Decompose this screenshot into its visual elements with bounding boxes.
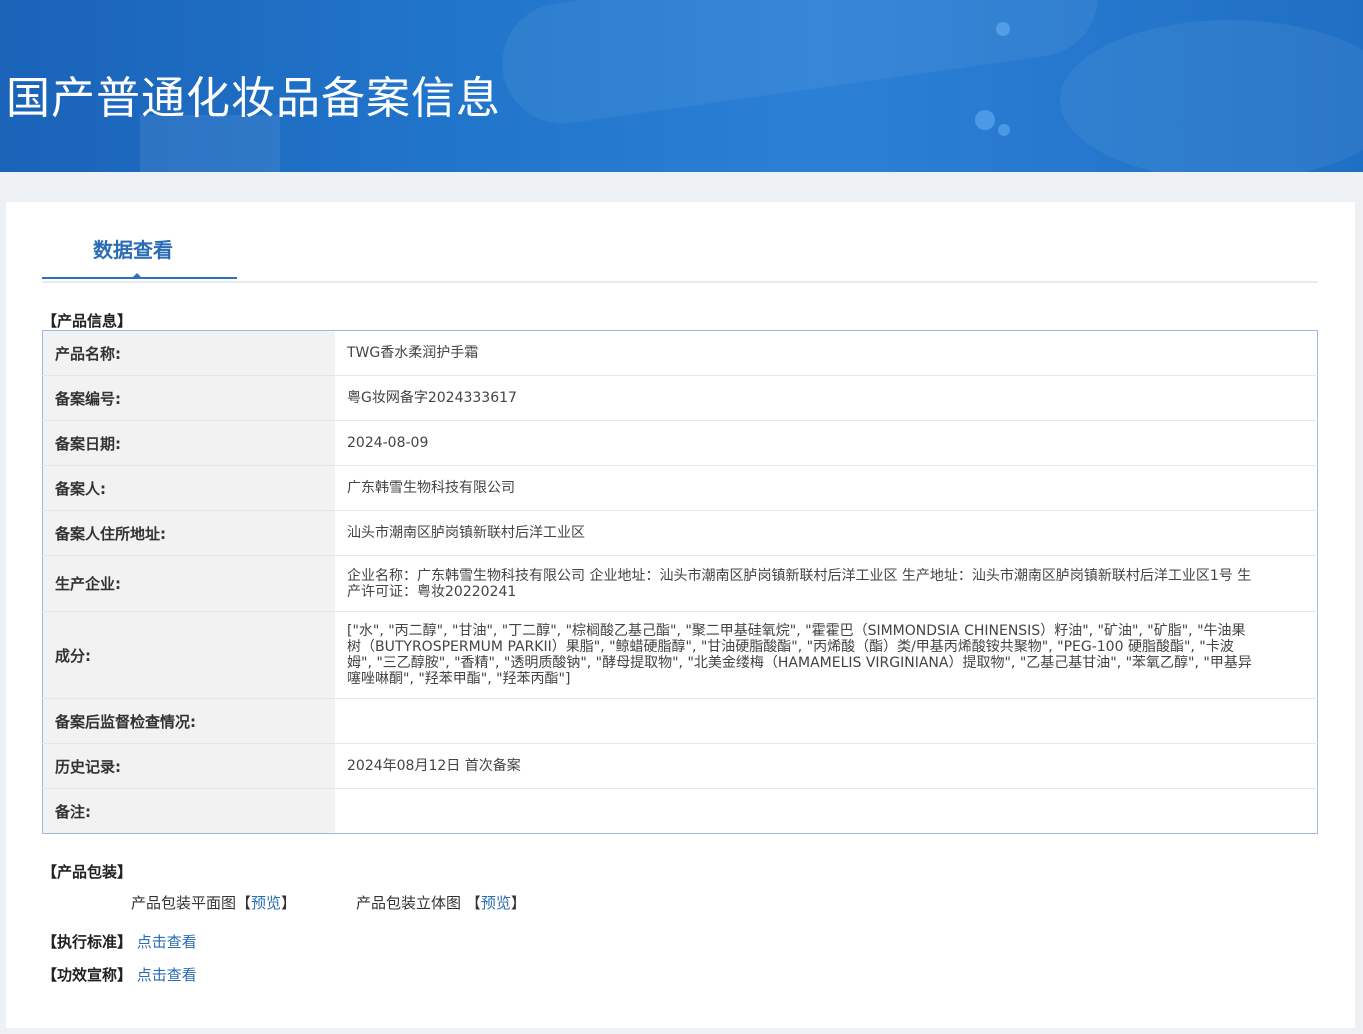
efficacy-label: 【功效宣称】 — [42, 966, 133, 984]
banner-dot — [975, 110, 995, 130]
table-row: 历史记录: 2024年08月12日 首次备案 — [42, 743, 1318, 789]
table-row: 备案人: 广东韩雪生物科技有限公司 — [42, 465, 1318, 511]
row-value: 粤G妆网备字2024333617 — [335, 375, 1318, 421]
bracket: 【 — [465, 894, 481, 912]
efficacy-row: 【功效宣称】 点击查看 — [42, 964, 197, 985]
bracket: 【 — [236, 894, 252, 912]
row-label: 备案人住所地址: — [42, 510, 335, 556]
row-label: 备案编号: — [42, 375, 335, 421]
packaging-flat-label: 产品包装平面图 — [131, 894, 237, 912]
table-row: 生产企业: 企业名称：广东韩雪生物科技有限公司 企业地址：汕头市潮南区胪岗镇新联… — [42, 555, 1318, 612]
tab-bar: 数据查看 — [42, 202, 1318, 283]
row-value: ["水", "丙二醇", "甘油", "丁二醇", "棕榈酸乙基己酯", "聚二… — [335, 611, 1318, 699]
table-row: 产品名称: TWG香水柔润护手霜 — [42, 330, 1318, 376]
row-label: 历史记录: — [42, 743, 335, 789]
row-label: 备案人: — [42, 465, 335, 511]
row-value — [335, 698, 1318, 744]
table-row: 备案人住所地址: 汕头市潮南区胪岗镇新联村后洋工业区 — [42, 510, 1318, 556]
packaging-title: 【产品包装】 — [42, 863, 133, 881]
standard-row: 【执行标准】 点击查看 — [42, 931, 197, 952]
packaging-stereo-label: 产品包装立体图 — [356, 894, 462, 912]
product-info-table: 产品名称: TWG香水柔润护手霜 备案编号: 粤G妆网备字2024333617 … — [42, 330, 1318, 834]
content-card: 数据查看 【产品信息】 产品名称: TWG香水柔润护手霜 备案编号: 粤G妆网备… — [6, 202, 1355, 1028]
row-label: 生产企业: — [42, 555, 335, 612]
bracket: 】 — [281, 894, 297, 912]
row-label: 备案日期: — [42, 420, 335, 466]
page-title: 国产普通化妆品备案信息 — [6, 73, 501, 124]
row-value: 2024年08月12日 首次备案 — [335, 743, 1318, 789]
banner-decor — [494, 0, 1106, 132]
table-row: 成分: ["水", "丙二醇", "甘油", "丁二醇", "棕榈酸乙基己酯",… — [42, 611, 1318, 699]
row-label: 备案后监督检查情况: — [42, 698, 335, 744]
tab-data-view[interactable]: 数据查看 — [42, 202, 237, 279]
table-row: 备案编号: 粤G妆网备字2024333617 — [42, 375, 1318, 421]
product-info-title: 【产品信息】 — [42, 312, 133, 330]
row-label: 备注: — [42, 788, 335, 834]
table-row: 备案日期: 2024-08-09 — [42, 420, 1318, 466]
tab-label: 数据查看 — [93, 238, 173, 262]
table-row: 备案后监督检查情况: — [42, 698, 1318, 744]
bracket: 】 — [510, 894, 526, 912]
row-value: 广东韩雪生物科技有限公司 — [335, 465, 1318, 511]
standard-label: 【执行标准】 — [42, 933, 133, 951]
header-banner: 国产普通化妆品备案信息 — [0, 0, 1363, 172]
row-value: 2024-08-09 — [335, 420, 1318, 466]
row-value: 企业名称：广东韩雪生物科技有限公司 企业地址：汕头市潮南区胪岗镇新联村后洋工业区… — [335, 555, 1318, 612]
row-value: 汕头市潮南区胪岗镇新联村后洋工业区 — [335, 510, 1318, 556]
banner-decor — [1060, 20, 1363, 172]
standard-view-link[interactable]: 点击查看 — [137, 933, 197, 951]
packaging-flat: 产品包装平面图【预览】 — [131, 892, 296, 913]
table-row: 备注: — [42, 788, 1318, 834]
packaging-stereo-preview-link[interactable]: 预览 — [481, 894, 511, 912]
row-label: 产品名称: — [42, 330, 335, 376]
banner-dot — [996, 22, 1010, 36]
row-value: TWG香水柔润护手霜 — [347, 345, 479, 361]
row-label: 成分: — [42, 611, 335, 699]
efficacy-view-link[interactable]: 点击查看 — [137, 966, 197, 984]
packaging-stereo: 产品包装立体图 【预览】 — [356, 892, 526, 913]
banner-dot — [998, 124, 1010, 136]
tab-caret-icon — [131, 273, 143, 279]
packaging-flat-preview-link[interactable]: 预览 — [251, 894, 281, 912]
row-value — [335, 788, 1318, 834]
